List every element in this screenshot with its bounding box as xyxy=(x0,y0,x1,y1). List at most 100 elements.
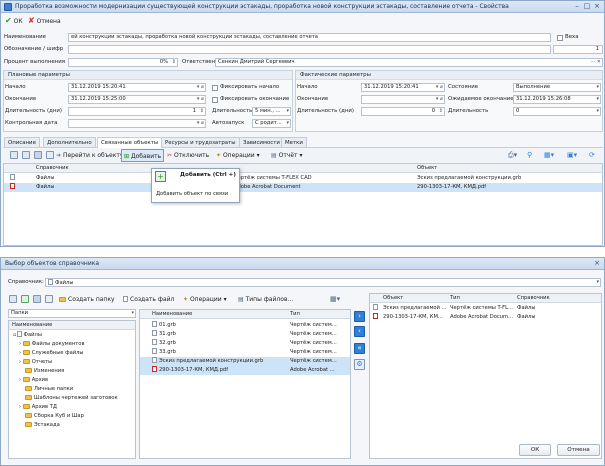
fix-start-checkbox[interactable] xyxy=(212,85,218,91)
fix-end-checkbox[interactable] xyxy=(212,97,218,103)
tree-item-trestle[interactable]: Эстакада xyxy=(9,421,135,430)
edit-icon[interactable] xyxy=(10,151,18,159)
file-types-button[interactable]: ▤ Типы файлов... xyxy=(238,293,293,306)
create-folder-button[interactable]: Создать папку xyxy=(59,293,115,306)
operations-menu[interactable]: ✦ Операции ▾ xyxy=(216,149,260,162)
grid-settings-icon[interactable]: ▦▾ xyxy=(544,151,554,159)
tree-item-templates[interactable]: Шаблоны чертежей заготовок xyxy=(9,394,135,403)
tree-item-changes[interactable]: Изменения xyxy=(9,367,135,376)
percent-input[interactable]: 0% ⇕ xyxy=(68,58,178,67)
detach-button[interactable]: ✂ Отключить xyxy=(167,149,209,162)
filter-icon[interactable]: ⚲ xyxy=(527,151,532,159)
planned-start-input[interactable]: 31.12.2019 15:20:41 ▾ ⌀ xyxy=(68,83,206,92)
planned-end-input[interactable]: 31.12.2019 15:25:00 ▾ ⌀ xyxy=(68,95,206,104)
column-type[interactable]: Тип xyxy=(450,294,460,303)
column-object[interactable]: Объект xyxy=(417,164,437,173)
tree-item-files[interactable]: ▫ Файлы xyxy=(9,331,135,340)
expected-end-input[interactable]: 31.12.2019 15:26:08 ▾ xyxy=(513,95,601,104)
table-row[interactable]: 290-1303-17-КМ, КМД.pdf Adobe Acrobat ... xyxy=(140,366,350,375)
tree-item-assembly[interactable]: Сборка Куб и Шар xyxy=(9,412,135,421)
view-icon[interactable]: ▦▾ xyxy=(330,295,340,303)
create-file-button[interactable]: Создать файл xyxy=(123,293,174,306)
spin-icon[interactable]: ⇕ xyxy=(439,108,443,115)
tree-item-docs[interactable]: › Файлы документов xyxy=(9,340,135,349)
catalog-select[interactable]: Файлы ▾ xyxy=(45,278,601,287)
close-window-button[interactable]: × xyxy=(592,2,602,11)
view-icon[interactable]: ▣▾ xyxy=(567,151,577,159)
refresh-icon[interactable] xyxy=(45,295,53,303)
table-row[interactable]: 32.grb Чертёж систем... xyxy=(140,339,350,348)
table-row[interactable]: Файлы Adobe Acrobat Document 290-1303-17… xyxy=(4,183,602,192)
column-catalog[interactable]: Справочник xyxy=(517,294,550,303)
ok-toolbar-button[interactable]: ✔ ОК xyxy=(5,14,23,28)
tab-additional[interactable]: Дополнительно xyxy=(43,137,96,147)
cancel-button[interactable]: Отмена xyxy=(557,444,600,456)
sync-icon[interactable]: ⟳ xyxy=(589,151,595,159)
ok-button[interactable]: ОК xyxy=(519,444,551,456)
save-icon[interactable] xyxy=(34,151,42,159)
tab-dependencies[interactable]: Зависимости xyxy=(239,137,284,147)
add-icon[interactable] xyxy=(21,295,29,303)
ellipsis-icon[interactable]: ··· ✕ xyxy=(590,59,601,66)
planned-duration-input[interactable]: 1 ⇕ xyxy=(68,107,206,116)
close-window-button[interactable]: × xyxy=(592,259,602,268)
save-icon[interactable] xyxy=(33,295,41,303)
code-input[interactable] xyxy=(68,45,551,54)
properties-icon[interactable] xyxy=(22,151,30,159)
chevron-down-icon[interactable]: ▾ ⌀ xyxy=(436,84,443,91)
control-date-input[interactable]: ▾ ⌀ xyxy=(68,119,206,128)
autostart-select[interactable]: С родит... ▾ xyxy=(252,119,291,128)
actual-duration2-input[interactable]: 0 ▾ xyxy=(513,107,601,116)
actual-start-input[interactable]: 31.12.2019 15:20:41 ▾ ⌀ xyxy=(361,83,445,92)
actual-duration-input[interactable]: 0 ⇕ xyxy=(361,107,445,116)
chevron-down-icon[interactable]: ▾ ⌀ xyxy=(197,120,204,127)
operations-menu[interactable]: ✦ Операции ▾ xyxy=(183,293,227,306)
tree-item-reports[interactable]: › Отчеты xyxy=(9,358,135,367)
chevron-down-icon[interactable]: ▾ ⌀ xyxy=(197,84,204,91)
maximize-button[interactable]: □ xyxy=(582,2,592,11)
table-row[interactable]: 01.grb Чертёж систем... xyxy=(140,321,350,330)
report-menu[interactable]: ▤ Отчёт ▾ xyxy=(271,149,302,162)
table-row[interactable]: 290-1303-17-КМ, КМ... Adobe Acrobat Docu… xyxy=(370,313,601,322)
table-row[interactable]: Эскиз предлагаемой ... Чертёж системы T-… xyxy=(370,304,601,313)
responsible-input[interactable]: Сенкин Дмитрий Сергеевич ··· ✕ xyxy=(215,58,603,67)
chevron-down-icon[interactable]: ▾ ⌀ xyxy=(197,96,204,103)
cancel-toolbar-button[interactable]: ✘ Отмена xyxy=(28,14,61,28)
move-left-button[interactable]: ‹ xyxy=(354,326,365,337)
tree-item-service[interactable]: › Служебные файлы xyxy=(9,349,135,358)
print-icon[interactable]: ⎙▾ xyxy=(508,151,517,160)
move-right-button[interactable]: › xyxy=(354,311,365,322)
tab-related-objects[interactable]: Связанные объекты xyxy=(97,137,163,148)
column-name[interactable]: Наименование xyxy=(152,310,192,319)
actual-end-input[interactable]: ▾ ⌀ xyxy=(361,95,445,104)
settings-button[interactable]: ⚙ xyxy=(354,359,365,370)
chevron-down-icon[interactable]: ▾ ⌀ xyxy=(436,96,443,103)
minimize-button[interactable]: – xyxy=(572,2,582,11)
tab-resources[interactable]: Ресурсы и трудозатраты xyxy=(161,137,240,147)
spin-icon[interactable]: ⇕ xyxy=(200,108,204,115)
move-all-left-button[interactable]: « xyxy=(354,343,365,354)
column-type[interactable]: Тип xyxy=(290,310,300,319)
tree-item-archive[interactable]: › Архив xyxy=(9,376,135,385)
table-row[interactable]: 33.grb Чертёж систем... xyxy=(140,348,350,357)
tab-tags[interactable]: Метки xyxy=(281,137,307,147)
table-row[interactable]: Эскиз предлагаемой конструкции.grb Чертёж… xyxy=(140,357,350,366)
state-select[interactable]: Выполнение ▾ xyxy=(513,83,601,92)
goto-object-button[interactable]: ➜ Перейти к объекту xyxy=(56,149,123,162)
table-row[interactable]: 31.grb Чертёж систем... xyxy=(140,330,350,339)
table-row[interactable]: Файлы Чертёж системы T-FLEX CAD Эскиз пр… xyxy=(4,174,602,183)
column-object[interactable]: Объект xyxy=(383,294,403,303)
column-catalog[interactable]: Справочник xyxy=(36,164,69,173)
code-number-field[interactable]: 1 xyxy=(553,45,603,54)
refresh-icon[interactable] xyxy=(46,151,54,159)
milestone-checkbox[interactable] xyxy=(557,35,563,41)
tree-item-archive-td[interactable]: › Архив ТД xyxy=(9,403,135,412)
name-input[interactable]: ей конструкции эстакады, проработка ново… xyxy=(68,33,551,42)
folders-select[interactable]: Папки ▾ xyxy=(8,309,136,318)
tree-item-personal[interactable]: Личные папки xyxy=(9,385,135,394)
tab-description[interactable]: Описание xyxy=(4,137,40,147)
add-button[interactable]: ⊞ Добавить xyxy=(121,149,165,162)
spin-icon[interactable]: ⇕ xyxy=(172,59,176,66)
planned-duration2-select[interactable]: 5 мин., ... ▾ xyxy=(252,107,291,116)
edit-icon[interactable] xyxy=(9,295,17,303)
